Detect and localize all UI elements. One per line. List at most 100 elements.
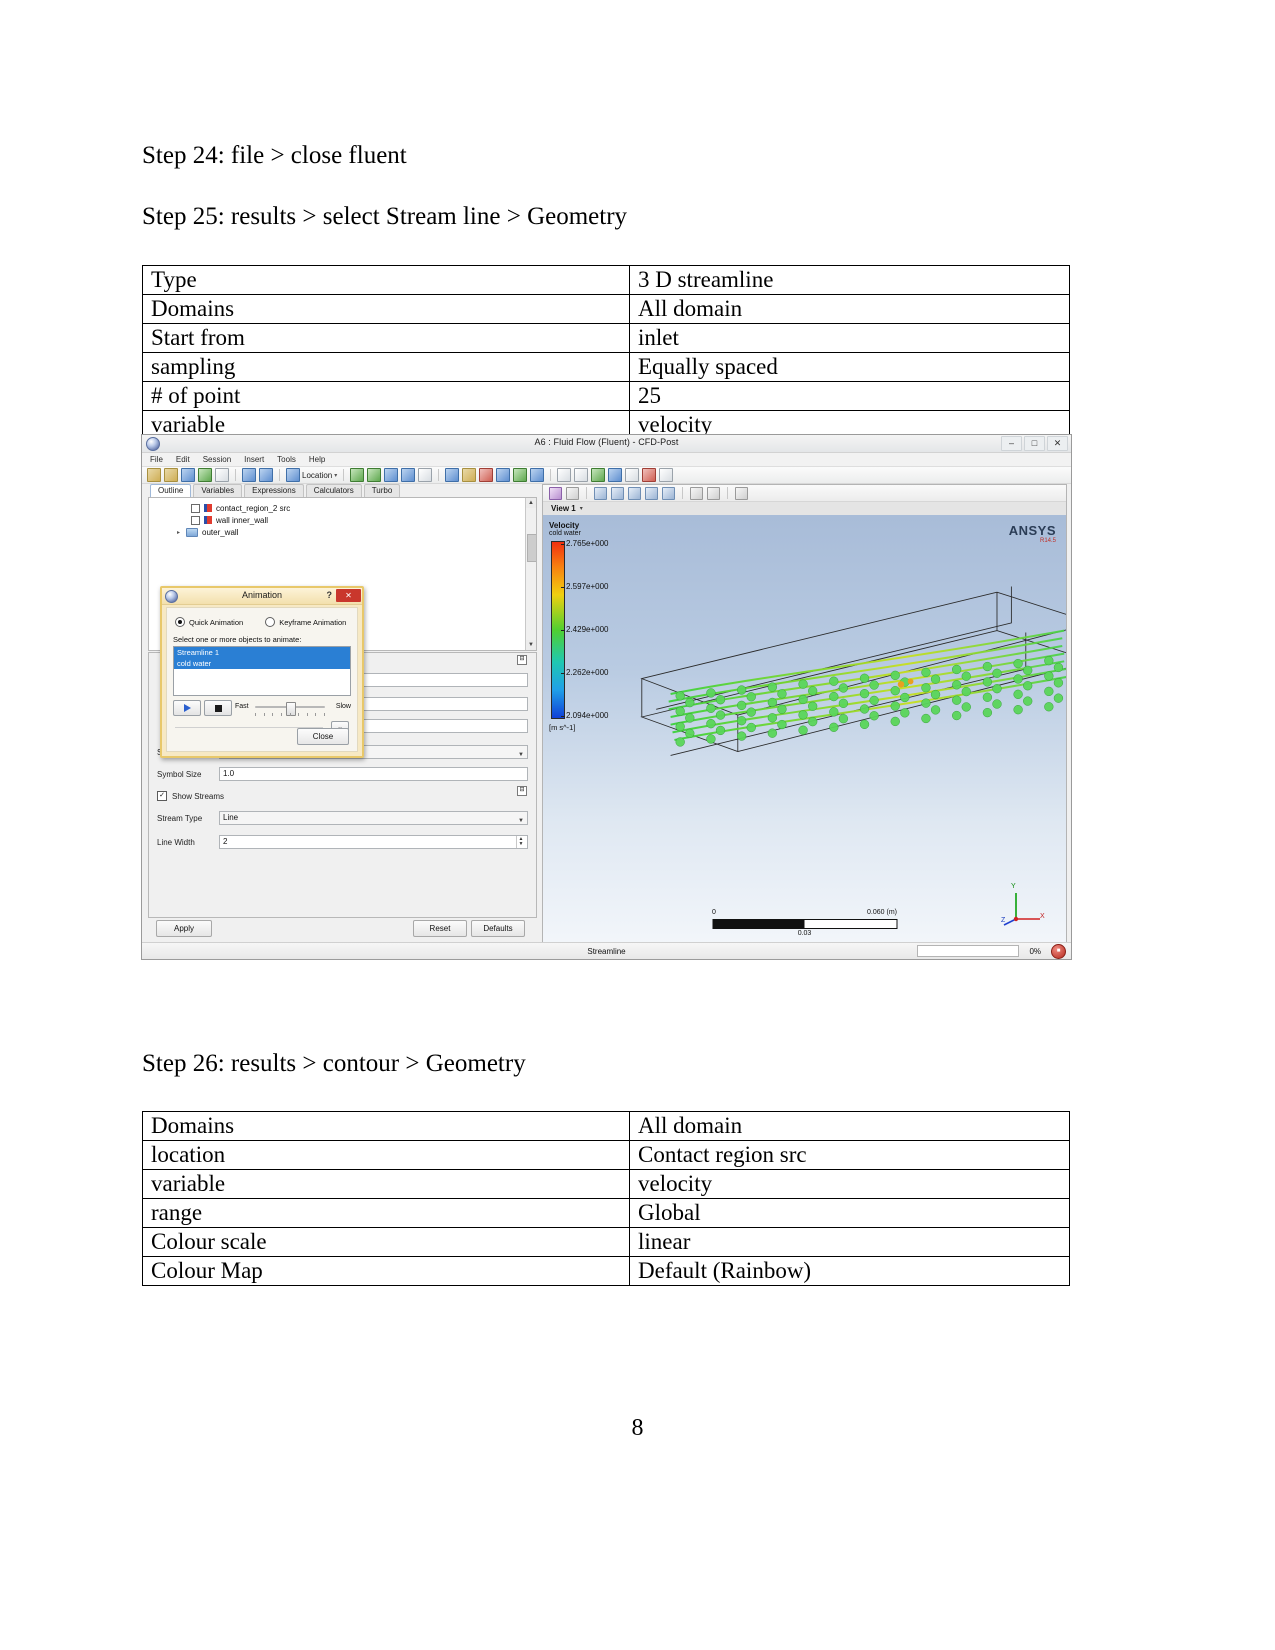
zoom-box-icon[interactable] [662,486,675,500]
expand-details-icon[interactable]: ⊟ [517,655,527,665]
detail-field-2[interactable] [346,697,528,711]
menu-item-tools[interactable]: Tools [277,455,296,464]
menu-item-edit[interactable]: Edit [176,455,190,464]
window-controls: – □ ✕ [1001,436,1068,451]
vector-icon[interactable] [350,468,365,482]
animation-object-list[interactable]: Streamline 1 cold water [173,646,351,696]
coordinate-frame-icon[interactable] [462,468,477,482]
redo-icon[interactable] [259,468,273,482]
detail-field-1[interactable] [346,673,528,687]
animation-list-item[interactable]: cold water [174,658,350,669]
scrollbar-thumb[interactable] [527,534,536,562]
menu-item-file[interactable]: File [150,455,163,464]
legend-tick: 2.765e+000 [561,539,609,548]
location-dropdown[interactable]: Location ▾ [286,468,337,482]
stop-icon[interactable]: ■ [1051,943,1066,959]
table-row: variable velocity [142,1169,1070,1199]
table-row: location Contact region src [142,1140,1070,1170]
table-cell-key: variable [142,1169,630,1199]
snapshot-icon[interactable] [690,486,703,500]
zoom-in-icon[interactable] [628,486,641,500]
help-icon[interactable]: ? [327,590,333,600]
streamline-icon[interactable] [384,468,399,482]
expand-arrow-icon[interactable]: ▸ [175,529,182,536]
animation-icon[interactable] [591,468,606,482]
tab-calculators[interactable]: Calculators [305,484,362,497]
close-icon[interactable]: ✕ [336,589,361,602]
reset-button[interactable]: Reset [413,920,467,937]
zoom-out-icon[interactable] [645,486,658,500]
chevron-down-icon: ▼ [518,752,524,758]
line-width-stepper[interactable]: ▲ ▼ [516,836,525,848]
tree-scrollbar[interactable]: ▲ ▼ [525,498,536,650]
3d-canvas[interactable]: Velocity cold water 2.765e+000 2.597e+000… [543,515,1066,955]
defaults-button[interactable]: Defaults [471,920,525,937]
toolbar-separator [279,469,280,481]
probe-icon[interactable] [642,468,657,482]
refresh-icon[interactable] [198,468,212,482]
open-case-icon[interactable] [164,468,178,482]
scroll-up-icon[interactable]: ▲ [526,498,536,508]
play-button[interactable] [173,700,201,716]
menu-item-session[interactable]: Session [203,455,231,464]
quick-animation-radio[interactable]: Quick Animation [175,617,243,627]
animation-close-button[interactable]: Close [297,728,349,745]
text-icon[interactable] [445,468,460,482]
table-icon[interactable] [625,468,640,482]
tree-item[interactable]: contact_region_2 src [191,502,536,514]
animation-list-item[interactable]: Streamline 1 [174,647,350,658]
instancing-icon[interactable] [496,468,511,482]
select-mode-icon[interactable] [549,486,562,500]
tree-checkbox[interactable] [191,503,200,513]
chart-icon[interactable] [608,468,623,482]
timestep-icon[interactable] [574,468,589,482]
tree-item-label: outer_wall [202,527,239,537]
clip-plane-icon[interactable] [513,468,528,482]
stop-button[interactable] [204,700,232,716]
contour-icon[interactable] [367,468,382,482]
save-case-icon[interactable] [181,468,195,482]
close-button[interactable]: ✕ [1047,436,1068,451]
rotate-icon[interactable] [611,486,624,500]
menu-item-insert[interactable]: Insert [244,455,264,464]
scroll-down-icon[interactable]: ▼ [526,640,536,650]
show-streams-row[interactable]: ✓ Show Streams [157,789,528,803]
macro-icon[interactable] [557,468,572,482]
view-selector[interactable]: View 1 ▾ [543,502,1066,516]
calculator-icon[interactable] [659,468,674,482]
tab-turbo[interactable]: Turbo [363,484,401,497]
tree-checkbox[interactable] [191,515,200,525]
detail-field-3[interactable] [346,719,528,733]
tree-item[interactable]: ▸ outer_wall [175,526,536,538]
tab-outline[interactable]: Outline [150,484,192,497]
volume-render-icon[interactable] [418,468,433,482]
expand-streams-icon[interactable]: ⊟ [517,786,527,796]
undo-icon[interactable] [242,468,256,482]
stream-type-select[interactable]: Line ▼ [219,811,528,825]
ansys-release: R14.5 [1039,538,1056,544]
menu-item-help[interactable]: Help [309,455,325,464]
tab-variables[interactable]: Variables [193,484,243,497]
render-mode-icon[interactable] [566,486,579,500]
sync-views-icon[interactable] [735,486,748,500]
symbol-size-input[interactable]: 1.0 [219,767,528,781]
keyframe-animation-radio[interactable]: Keyframe Animation [265,617,346,627]
fit-view-icon[interactable] [594,486,607,500]
legend-icon[interactable] [479,468,494,482]
speed-slider[interactable] [255,702,325,716]
tree-item[interactable]: wall inner_wall [191,514,536,526]
tab-expressions[interactable]: Expressions [244,484,304,497]
new-case-icon[interactable] [147,468,161,482]
line-width-input[interactable]: 2 ▲ ▼ [219,835,528,849]
color-map-icon[interactable] [530,468,545,482]
report-icon[interactable] [215,468,229,482]
maximize-button[interactable]: □ [1024,436,1045,451]
details-buttons: Apply Reset Defaults [148,920,537,938]
particle-track-icon[interactable] [401,468,416,482]
show-streams-checkbox[interactable]: ✓ [157,791,167,801]
legend-tick: 2.094e+000 [561,711,609,720]
legend-title: Velocity [549,521,580,530]
viewport-layout-icon[interactable] [707,486,720,500]
minimize-button[interactable]: – [1001,436,1022,451]
apply-button[interactable]: Apply [156,920,212,937]
